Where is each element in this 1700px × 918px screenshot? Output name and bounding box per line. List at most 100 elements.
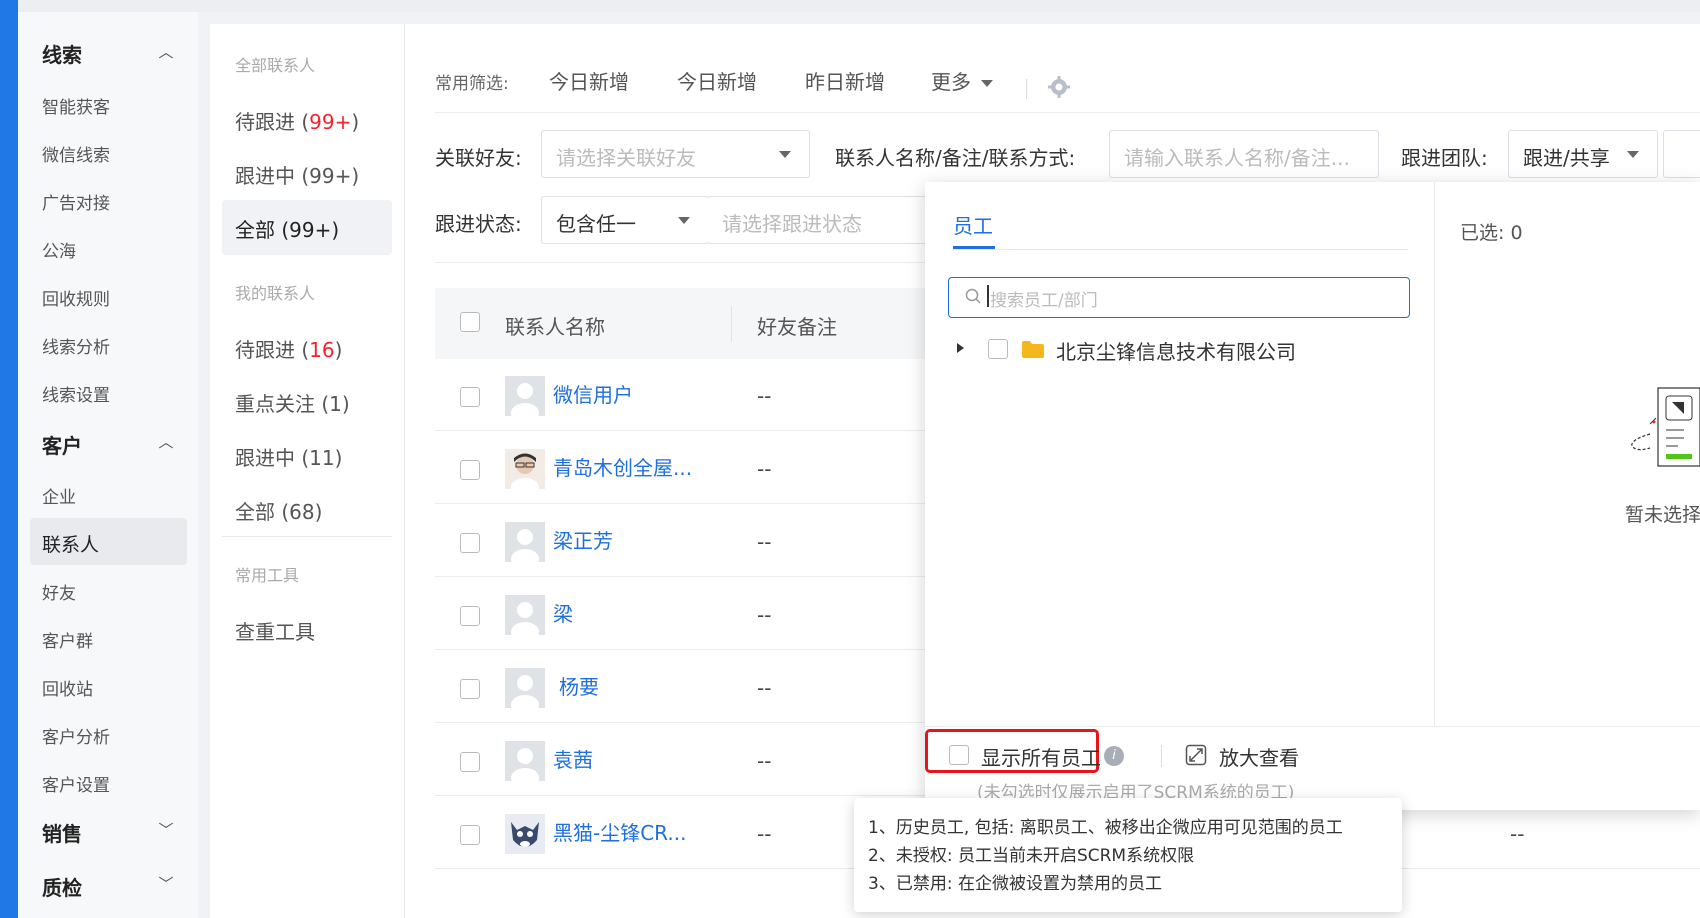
- tooltip-line: 1、历史员工, 包括: 离职员工、被移出企微应用可见范围的员工: [868, 818, 1343, 838]
- gear-icon[interactable]: [1047, 75, 1071, 99]
- row-checkbox[interactable]: [460, 825, 480, 845]
- sidebar-item-lead-settings[interactable]: 线索设置: [42, 381, 110, 406]
- placeholder: 请选择关联好友: [556, 146, 696, 170]
- row-checkbox[interactable]: [460, 533, 480, 553]
- sidebar-item-recycle-bin[interactable]: 回收站: [42, 675, 93, 700]
- nav-label: ): [351, 110, 360, 134]
- more-label: 更多: [931, 70, 971, 94]
- nav-all-pending[interactable]: 待跟进 (99+): [235, 106, 359, 135]
- status-mode-select[interactable]: 包含任一: [541, 196, 709, 244]
- employee-search-input[interactable]: 搜索员工/部门: [948, 277, 1410, 318]
- nav-all-all[interactable]: 全部 (99+): [235, 214, 339, 243]
- sidebar-group-customers[interactable]: 客户: [42, 430, 82, 459]
- app-rail: [0, 0, 18, 918]
- sidebar-item-public-pool[interactable]: 公海: [42, 237, 76, 262]
- team-member-select[interactable]: [1663, 130, 1700, 178]
- sidebar-item-lead-analysis[interactable]: 线索分析: [42, 333, 110, 358]
- divider: [953, 249, 1408, 250]
- quick-filter-today-2[interactable]: 今日新增: [677, 66, 757, 95]
- friend-filter-label: 关联好友:: [435, 146, 522, 170]
- chevron-up-icon[interactable]: ︿: [156, 432, 176, 452]
- sidebar-item-contacts[interactable]: 联系人: [42, 530, 99, 557]
- folder-icon: [1021, 339, 1045, 359]
- row-checkbox[interactable]: [460, 752, 480, 772]
- contact-name-link[interactable]: 袁茜: [553, 744, 593, 773]
- contact-name-link[interactable]: 杨要: [559, 671, 599, 700]
- avatar: [505, 668, 545, 708]
- show-all-employees-label[interactable]: 显示所有员工: [981, 742, 1101, 771]
- more-filters-button[interactable]: 更多: [931, 66, 993, 95]
- expand-caret-icon[interactable]: [957, 343, 964, 353]
- sidebar-group-leads[interactable]: 线索: [42, 39, 82, 68]
- top-strip: [0, 0, 1700, 12]
- nav-mine-following[interactable]: 跟进中 (11): [235, 442, 342, 471]
- row-checkbox[interactable]: [460, 606, 480, 626]
- company-name[interactable]: 北京尘锋信息技术有限公司: [1056, 336, 1296, 365]
- chevron-down-icon[interactable]: ﹀: [156, 874, 176, 894]
- text-cursor: [987, 285, 989, 307]
- search-placeholder: 搜索员工/部门: [990, 291, 1098, 311]
- team-select[interactable]: 跟进/共享: [1508, 130, 1658, 178]
- avatar: [505, 376, 545, 416]
- selected-value: 包含任一: [556, 212, 636, 236]
- column-divider: [731, 306, 732, 342]
- chevron-down-icon[interactable]: ﹀: [156, 820, 176, 840]
- sidebar-item-smart-acquire[interactable]: 智能获客: [42, 93, 110, 118]
- remark-value: --: [757, 384, 772, 408]
- quick-filter-yesterday[interactable]: 昨日新增: [805, 66, 885, 95]
- sidebar-item-ads[interactable]: 广告对接: [42, 189, 110, 214]
- company-checkbox[interactable]: [988, 339, 1008, 359]
- nav-label: ): [334, 338, 343, 362]
- nav-mine-all[interactable]: 全部 (68): [235, 496, 322, 525]
- nav-dedupe-tool[interactable]: 查重工具: [235, 616, 315, 645]
- col-header-remark: 好友备注: [757, 315, 837, 339]
- tab-employees[interactable]: 员工: [953, 210, 993, 239]
- info-tooltip: 1、历史员工, 包括: 离职员工、被移出企微应用可见范围的员工 2、未授权: 员…: [854, 798, 1402, 912]
- tooltip-line: 2、未授权: 员工当前未开启SCRM系统权限: [868, 846, 1195, 866]
- remark-value: --: [757, 457, 772, 481]
- sidebar-item-customer-analysis[interactable]: 客户分析: [42, 723, 110, 748]
- remark-value: --: [757, 822, 772, 846]
- contact-name-link[interactable]: 梁正芳: [553, 525, 613, 554]
- nav-label: 待跟进 (: [235, 110, 310, 134]
- nav-mine-pending[interactable]: 待跟进 (16): [235, 334, 342, 363]
- row-checkbox[interactable]: [460, 387, 480, 407]
- nav-mine-focus[interactable]: 重点关注 (1): [235, 388, 350, 417]
- contact-name-link[interactable]: 青岛木创全屋...: [553, 452, 692, 481]
- sidebar-group-sales[interactable]: 销售: [42, 818, 82, 847]
- divider: [222, 536, 392, 537]
- sidebar-group-qa[interactable]: 质检: [42, 872, 82, 901]
- tools-header: 常用工具: [235, 566, 300, 585]
- info-icon[interactable]: i: [1104, 746, 1124, 766]
- contact-name-input[interactable]: 请输入联系人名称/备注...: [1109, 130, 1379, 178]
- sidebar-item-friends[interactable]: 好友: [42, 579, 76, 604]
- selected-value: 跟进/共享: [1523, 146, 1610, 170]
- status-filter-label: 跟进状态:: [435, 212, 522, 236]
- sidebar-item-wechat-leads[interactable]: 微信线索: [42, 141, 110, 166]
- divider: [435, 112, 1700, 113]
- row-checkbox[interactable]: [460, 460, 480, 480]
- select-all-checkbox[interactable]: [460, 312, 480, 332]
- avatar: [505, 595, 545, 635]
- zoom-view-button[interactable]: 放大查看: [1219, 742, 1299, 771]
- nav-all-following[interactable]: 跟进中 (99+): [235, 160, 359, 189]
- caret-down-icon: [779, 151, 791, 158]
- row-checkbox[interactable]: [460, 679, 480, 699]
- divider: [1026, 79, 1027, 99]
- empty-illustration-icon: [1620, 382, 1700, 472]
- quick-filter-today-1[interactable]: 今日新增: [549, 66, 629, 95]
- sidebar-item-customer-groups[interactable]: 客户群: [42, 627, 93, 652]
- friend-select[interactable]: 请选择关联好友: [541, 130, 810, 178]
- chevron-up-icon[interactable]: ︿: [156, 42, 176, 62]
- contact-name-link[interactable]: 微信用户: [553, 379, 633, 408]
- sidebar-item-customer-settings[interactable]: 客户设置: [42, 771, 110, 796]
- contact-name-link[interactable]: 黑猫-尘锋CR...: [553, 817, 686, 846]
- status-select[interactable]: 请选择跟进状态: [708, 196, 938, 244]
- sidebar-item-enterprise[interactable]: 企业: [42, 483, 76, 508]
- avatar: [505, 522, 545, 562]
- sidebar-item-recycle-rules[interactable]: 回收规则: [42, 285, 110, 310]
- contact-name-link[interactable]: 梁: [553, 598, 573, 627]
- show-all-employees-checkbox[interactable]: [949, 745, 969, 765]
- expand-icon[interactable]: [1185, 744, 1207, 766]
- placeholder: 请输入联系人名称/备注...: [1124, 146, 1350, 170]
